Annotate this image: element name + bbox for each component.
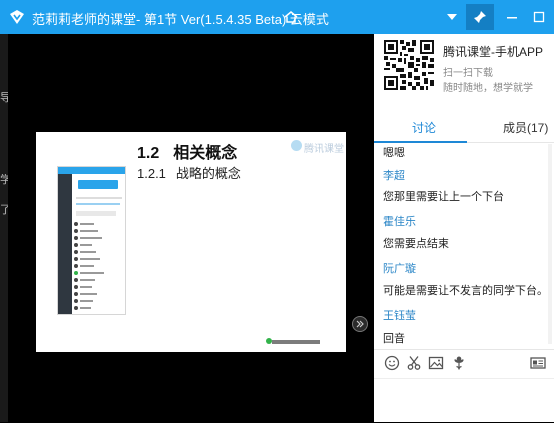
image-icon[interactable] xyxy=(428,355,444,371)
subsection-title: 战略的概念 xyxy=(175,166,241,181)
title-bar: 范莉莉老师的课堂- 第1节 Ver(1.5.4.35 Beta) 云模式 xyxy=(0,0,554,34)
chat-message-sender[interactable]: 李超 xyxy=(383,167,405,183)
emoji-icon[interactable] xyxy=(384,355,400,371)
promo-slogan: 随时随地，想学就学 xyxy=(443,83,533,94)
chat-list[interactable]: 嗯嗯 李超 您那里需要让上一个下台 霍佳乐 您需要点结束 阮广璇 可能是需要让不… xyxy=(374,143,547,347)
side-panel: 腾讯课堂-手机APP 扫一扫下载 随时随地，想学就学 讨论 成员(17) 嗯嗯 … xyxy=(374,34,554,422)
chat-message-text: 您需要点结束 xyxy=(383,238,449,250)
flower-icon[interactable] xyxy=(451,355,467,371)
scissors-icon[interactable] xyxy=(406,355,422,371)
slide-heading: 1.2 相关概念 xyxy=(137,139,237,163)
dropdown-button[interactable] xyxy=(440,5,464,29)
left-strip-fragment: 了 xyxy=(0,204,8,216)
chevron-down-icon xyxy=(447,14,457,20)
tab-members[interactable]: 成员(17) xyxy=(503,119,548,136)
chat-message-text: 可能是需要让不发言的同学下台。 xyxy=(383,285,547,297)
presentation-stage: 1.2 相关概念 1.2.1 战略的概念 腾讯课堂 xyxy=(8,34,374,422)
slide-footer-mark xyxy=(272,340,320,344)
left-strip-fragment: 学 xyxy=(0,174,8,186)
app-promo: 腾讯课堂-手机APP 扫一扫下载 随时随地，想学就学 xyxy=(374,34,554,106)
chat-message-text: 回音 xyxy=(383,333,405,345)
chat-message-sender[interactable]: 阮广璇 xyxy=(383,260,416,276)
section-title: 相关概念 xyxy=(173,145,238,162)
maximize-button[interactable] xyxy=(527,5,551,29)
tab-discussion[interactable]: 讨论 xyxy=(412,119,436,136)
maximize-icon xyxy=(533,11,545,23)
promo-scan-hint: 扫一扫下载 xyxy=(443,68,493,79)
qr-code-image xyxy=(384,40,434,90)
chat-scrollbar[interactable] xyxy=(548,144,552,344)
subsection-number: 1.2.1 xyxy=(137,166,166,181)
chat-message-text: 您那里需要让上一个下台 xyxy=(383,191,504,203)
slide-watermark: 腾讯课堂 xyxy=(304,144,344,155)
promo-app-name: 腾讯课堂-手机APP xyxy=(443,45,544,59)
chat-message-sender[interactable]: 王钰莹 xyxy=(383,307,416,323)
slide-subheading: 1.2.1 战略的概念 xyxy=(137,163,241,182)
slide-screenshot-image xyxy=(57,166,126,315)
pin-button[interactable] xyxy=(466,4,494,30)
app-logo-icon xyxy=(10,10,24,24)
home-icon[interactable] xyxy=(283,9,299,25)
card-icon[interactable] xyxy=(530,355,546,371)
panel-collapse-handle[interactable] xyxy=(352,316,368,332)
watermark-logo-icon xyxy=(291,140,302,151)
left-strip-fragment: 导 xyxy=(0,92,8,104)
chat-message-text: 嗯嗯 xyxy=(383,147,405,159)
chat-message-sender[interactable]: 霍佳乐 xyxy=(383,213,416,229)
double-chevron-right-icon xyxy=(356,320,364,328)
minimize-button[interactable] xyxy=(500,5,524,29)
pin-icon xyxy=(474,11,486,23)
minimize-icon xyxy=(507,17,517,19)
chat-input[interactable] xyxy=(374,378,554,423)
panel-tabs: 讨论 成员(17) xyxy=(374,114,554,143)
left-strip: 导 学 了 xyxy=(0,34,8,422)
section-number: 1.2 xyxy=(137,145,160,162)
chat-toolbar xyxy=(374,349,554,378)
slide: 1.2 相关概念 1.2.1 战略的概念 腾讯课堂 xyxy=(36,132,346,352)
